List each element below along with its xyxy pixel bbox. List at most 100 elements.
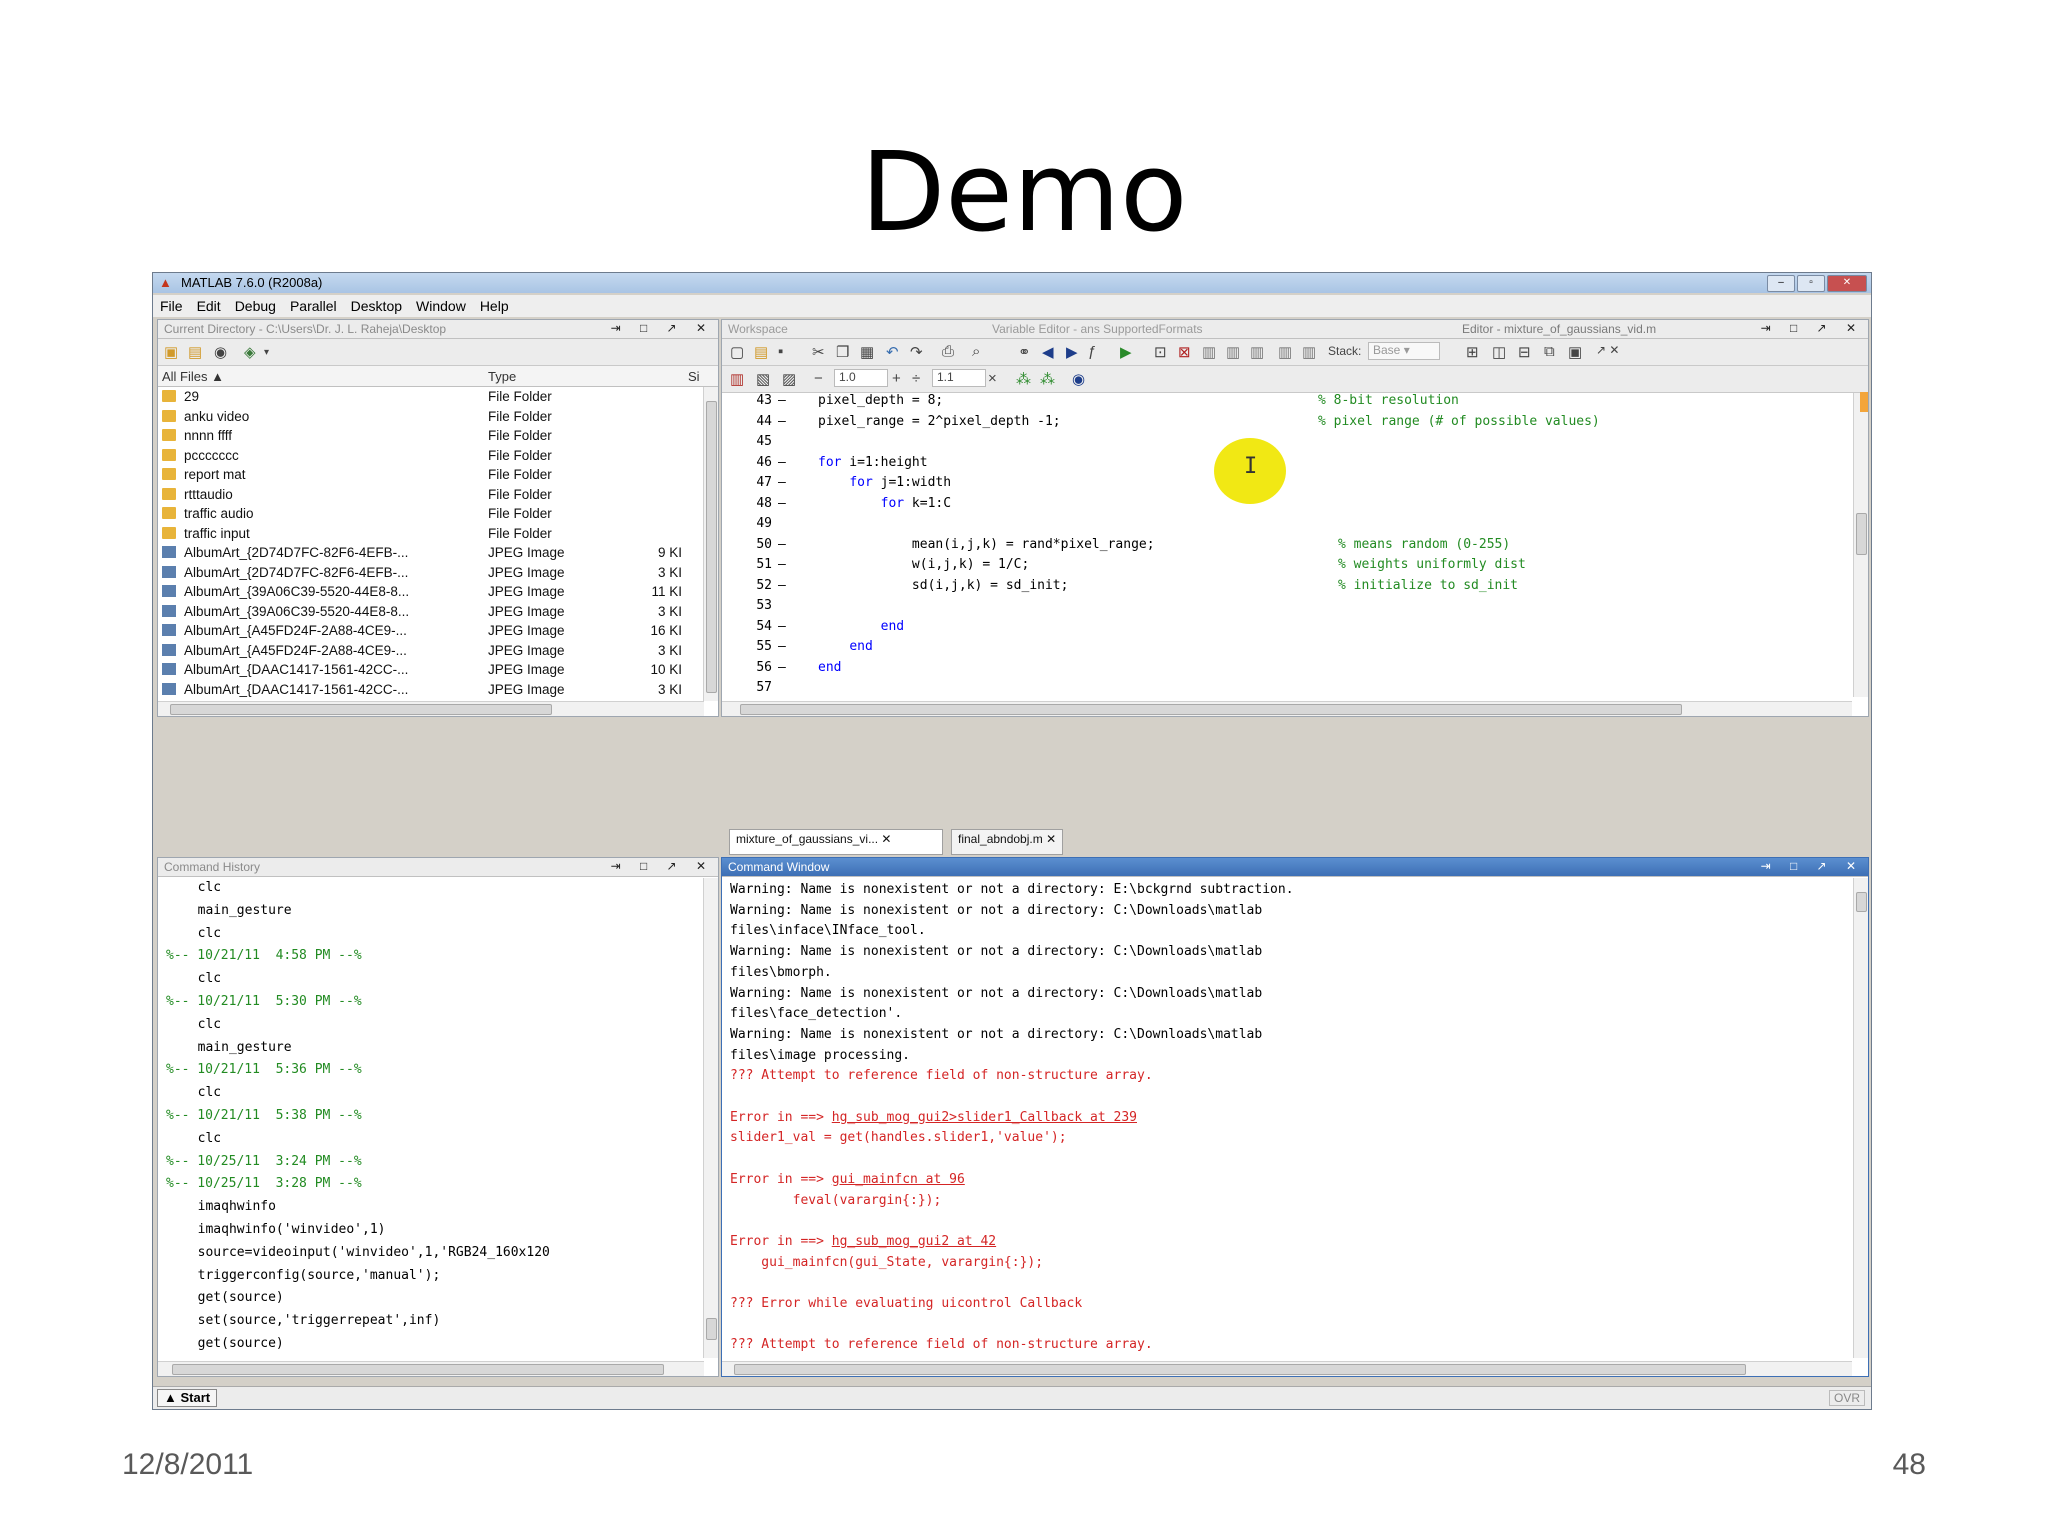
history-command[interactable]: set(source,'triggerrepeat',inf)	[182, 1313, 698, 1336]
menu-item[interactable]: Edit	[190, 295, 228, 314]
file-row[interactable]: rtttaudio File Folder	[158, 485, 702, 505]
minimize-button[interactable]: –	[1767, 275, 1795, 292]
file-row[interactable]: 29 File Folder	[158, 387, 702, 407]
cut-icon[interactable]: ✂	[812, 343, 825, 361]
print-icon[interactable]: ⎙	[942, 343, 954, 360]
close-button[interactable]: ✕	[1827, 275, 1867, 292]
file-row[interactable]: pccccccc File Folder	[158, 446, 702, 466]
history-session-separator[interactable]: %-- 10/21/11 5:38 PM --%	[166, 1108, 698, 1131]
pane-controls[interactable]: ⇥ □ ↗ ✕	[611, 321, 714, 335]
file-row[interactable]: nnnn ffff File Folder	[158, 426, 702, 446]
command-window-controls[interactable]: ⇥ □ ↗ ✕	[1761, 859, 1864, 873]
editor-tab[interactable]: mixture_of_gaussians_vi... ✕	[729, 829, 943, 855]
file-row[interactable]: AlbumArt_{DAAC1417-1561-42CC-... JPEG Ima…	[158, 660, 702, 680]
code-hscrollbar[interactable]	[722, 701, 1852, 716]
layout-columns-icon[interactable]: ◫	[1492, 343, 1506, 361]
editor-tab[interactable]: final_abndobj.m ✕	[951, 829, 1064, 855]
undo-icon[interactable]: ↶	[886, 343, 899, 361]
file-row[interactable]: AlbumArt_{2D74D7FC-82F6-4EFB-... JPEG Ima…	[158, 543, 702, 563]
history-command[interactable]: clc	[182, 1131, 698, 1154]
workspace-tab[interactable]: Workspace	[728, 322, 788, 336]
file-row[interactable]: AlbumArt_{A45FD24F-2A88-4CE9-... JPEG Ima…	[158, 641, 702, 661]
history-command[interactable]: clc	[182, 926, 698, 949]
step-icon[interactable]: ▥	[1202, 343, 1216, 361]
toolbar-controls[interactable]: ↗ ✕	[1596, 343, 1619, 357]
error-link[interactable]: gui_mainfcn at 96	[832, 1172, 965, 1187]
history-hscrollbar[interactable]	[158, 1361, 704, 1376]
layout-tile-icon[interactable]: ⊞	[1466, 343, 1479, 361]
find-files-icon[interactable]: ◉	[214, 343, 227, 361]
error-link[interactable]: hg_sub_mog_gui2 at 42	[832, 1234, 996, 1249]
file-row[interactable]: AlbumArt_{2D74D7FC-82F6-4EFB-... JPEG Ima…	[158, 563, 702, 583]
command-window-output[interactable]: Warning: Name is nonexistent or not a di…	[722, 882, 1850, 1358]
redo-icon[interactable]: ↷	[910, 343, 923, 361]
history-command[interactable]: main_gesture	[182, 903, 698, 926]
binoculars-icon[interactable]: ⚭	[1018, 343, 1031, 361]
editor-pane-controls[interactable]: ⇥ □ ↗ ✕	[1761, 321, 1864, 335]
directory-report-icon[interactable]: ◈	[244, 343, 256, 361]
menu-item[interactable]: Help	[473, 295, 516, 314]
breakpoint-icon[interactable]: ⊡	[1154, 343, 1167, 361]
continue-icon[interactable]: ▥	[1278, 343, 1292, 361]
multiply-icon[interactable]: ×	[988, 370, 997, 387]
file-row[interactable]: traffic audio File Folder	[158, 504, 702, 524]
history-command[interactable]: source=videoinput('winvideo',1,'RGB24_16…	[182, 1245, 698, 1268]
save-icon[interactable]: ▪	[778, 343, 783, 360]
history-command[interactable]: imaqhwinfo	[182, 1199, 698, 1222]
find-icon[interactable]: ⌕	[972, 343, 980, 360]
hide-cell-icon[interactable]: ⁂	[1040, 370, 1055, 388]
cell-mode-icon[interactable]: ▥	[730, 370, 744, 388]
history-command[interactable]: clc	[182, 1017, 698, 1040]
layout-max-icon[interactable]: ▣	[1568, 343, 1582, 361]
command-window-hscrollbar[interactable]	[722, 1361, 1852, 1376]
code-area[interactable]: 43 — pixel_depth = 8; % 8-bit resolution 44 —…	[722, 393, 1848, 697]
new-folder-icon[interactable]: ▤	[188, 343, 202, 361]
history-command[interactable]: clc	[182, 880, 698, 903]
history-command[interactable]: clc	[182, 971, 698, 994]
history-command[interactable]: triggerconfig(source,'manual');	[182, 1268, 698, 1291]
paste-icon[interactable]: ▦	[860, 343, 874, 361]
cell-value-b[interactable]: 1.1	[932, 369, 986, 387]
history-command[interactable]: clc	[182, 1085, 698, 1108]
layout-float-icon[interactable]: ⧉	[1544, 343, 1555, 360]
history-command[interactable]: main_gesture	[182, 1040, 698, 1063]
step-in-icon[interactable]: ▥	[1226, 343, 1240, 361]
history-session-separator[interactable]: %-- 10/21/11 5:30 PM --%	[166, 994, 698, 1017]
step-out-icon[interactable]: ▥	[1250, 343, 1264, 361]
file-row[interactable]: AlbumArt_{39A06C39-5520-44E8-8... JPEG Im…	[158, 602, 702, 622]
decrement-icon[interactable]: −	[814, 370, 823, 387]
file-row[interactable]: traffic input File Folder	[158, 524, 702, 544]
history-session-separator[interactable]: %-- 10/21/11 4:58 PM --%	[166, 948, 698, 971]
menu-item[interactable]: Desktop	[344, 295, 409, 314]
code-scrollbar[interactable]	[1853, 393, 1868, 697]
file-row[interactable]: AlbumArt_{DAAC1417-1561-42CC-... JPEG Ima…	[158, 680, 702, 700]
history-session-separator[interactable]: %-- 10/21/11 5:36 PM --%	[166, 1062, 698, 1085]
up-folder-icon[interactable]: ▣	[164, 343, 178, 361]
layout-rows-icon[interactable]: ⊟	[1518, 343, 1531, 361]
eval-cell-icon[interactable]: ▧	[756, 370, 770, 388]
divide-icon[interactable]: ÷	[912, 370, 920, 387]
chevron-down-icon[interactable]: ▾	[264, 347, 269, 358]
eval-advance-icon[interactable]: ▨	[782, 370, 796, 388]
file-row[interactable]: anku video File Folder	[158, 407, 702, 427]
file-list-scrollbar[interactable]	[703, 387, 718, 701]
column-size[interactable]: Si	[688, 369, 700, 384]
increment-icon[interactable]: +	[892, 370, 901, 387]
variable-editor-tab[interactable]: Variable Editor - ans SupportedFormats	[992, 322, 1203, 336]
column-name[interactable]: All Files ▲	[162, 369, 224, 384]
menu-item[interactable]: File	[153, 295, 190, 314]
start-button[interactable]: ▲ Start	[157, 1389, 218, 1407]
stack-select[interactable]: Base ▾	[1368, 342, 1440, 360]
exit-debug-icon[interactable]: ▥	[1302, 343, 1316, 361]
show-cell-icon[interactable]: ⁂	[1016, 370, 1031, 388]
menu-item[interactable]: Window	[409, 295, 473, 314]
menu-item[interactable]: Parallel	[283, 295, 344, 314]
history-command[interactable]: get(source)	[182, 1336, 698, 1358]
editor-title[interactable]: Editor - mixture_of_gaussians_vid.m	[1462, 322, 1656, 336]
maximize-button[interactable]: ▫	[1797, 275, 1825, 292]
error-link[interactable]: hg_sub_mog_gui2>slider1_Callback at 239	[832, 1110, 1137, 1125]
run-icon[interactable]: ▶	[1120, 343, 1132, 361]
cell-value-a[interactable]: 1.0	[834, 369, 888, 387]
column-type[interactable]: Type	[488, 369, 516, 384]
history-command[interactable]: imaqhwinfo('winvideo',1)	[182, 1222, 698, 1245]
